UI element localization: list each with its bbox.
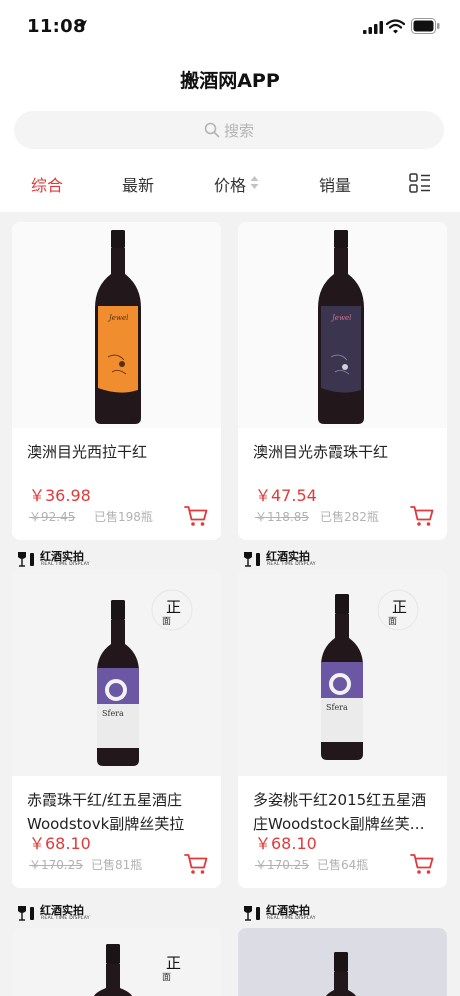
- badge-subtitle: REAL TIME DISPLAY: [41, 562, 90, 567]
- product-name: 赤霞珠干红/红五星酒庄Woodstovk副牌丝芙拉赤…: [27, 791, 185, 833]
- add-to-cart-icon[interactable]: [410, 853, 434, 875]
- list-view-toggle-icon[interactable]: [409, 173, 431, 193]
- product-card[interactable]: Jewel 澳洲目光赤霞珠干红 ￥47.54 ￥118.85 已售282瓶: [238, 222, 447, 540]
- product-image: Sfera: [238, 570, 447, 776]
- original-price: ￥92.45: [29, 510, 76, 524]
- badge-subtitle: REAL TIME DISPLAY: [267, 562, 316, 567]
- authentic-mark-small: 面: [162, 617, 172, 627]
- sold-count: 已售282瓶: [320, 510, 379, 524]
- badge-subtitle: REAL TIME DISPLAY: [41, 916, 90, 921]
- wine-glass-logo-icon: [18, 552, 34, 567]
- wine-glass-logo-icon: [244, 906, 260, 921]
- battery-icon: [411, 18, 440, 34]
- wine-glass-logo-icon: [244, 552, 260, 567]
- product-price: ￥36.98: [29, 486, 91, 505]
- sort-bar: 综合 最新 价格 销量: [0, 162, 460, 206]
- search-input[interactable]: 搜索: [14, 111, 444, 149]
- wine-glass-logo-icon: [18, 906, 34, 921]
- real-photo-badge: 红酒实拍 REAL TIME DISPLAY: [240, 548, 340, 570]
- product-name: 澳洲目光西拉干红: [27, 443, 148, 461]
- tab-sales[interactable]: 销量: [319, 172, 351, 196]
- wifi-icon: [386, 19, 405, 34]
- tab-price[interactable]: 价格: [214, 172, 246, 196]
- original-price: ￥170.25: [29, 858, 83, 872]
- product-image: Jewel: [12, 222, 221, 428]
- original-price: ￥118.85: [255, 510, 309, 524]
- product-card[interactable]: Jewel 澳洲目光西拉干红 ￥36.98 ￥92.45 已售198瓶: [12, 222, 221, 540]
- product-price: ￥68.10: [255, 834, 317, 853]
- sold-count: 已售64瓶: [317, 858, 369, 872]
- real-photo-badge: 红酒实拍 REAL TIME DISPLAY: [14, 548, 114, 570]
- product-image: [238, 928, 447, 996]
- authentic-mark-small: 面: [162, 973, 172, 983]
- product-name: 澳洲目光赤霞珠干红: [253, 443, 389, 461]
- sold-count: 已售198瓶: [94, 510, 153, 524]
- add-to-cart-icon[interactable]: [184, 505, 208, 527]
- product-image: [12, 928, 221, 996]
- product-card[interactable]: [238, 928, 447, 996]
- product-card[interactable]: Sfera 正 面 赤霞珠干红/红五星酒庄Woodstovk副牌丝芙拉赤… ￥6…: [12, 570, 221, 888]
- location-arrow-icon: [77, 20, 87, 30]
- tab-newest[interactable]: 最新: [122, 172, 154, 196]
- product-price: ￥47.54: [255, 486, 317, 505]
- real-photo-badge: 红酒实拍 REAL TIME DISPLAY: [14, 902, 114, 924]
- sfera-label-text: Sfera: [326, 703, 348, 712]
- tab-comprehensive[interactable]: 综合: [31, 172, 63, 196]
- page-title: 搬酒网APP: [180, 70, 280, 92]
- product-price: ￥68.10: [29, 834, 91, 853]
- add-to-cart-icon[interactable]: [410, 505, 434, 527]
- product-image: Sfera: [12, 570, 221, 776]
- real-photo-badge: 红酒实拍 REAL TIME DISPLAY: [240, 902, 340, 924]
- authentic-mark-small: 面: [388, 617, 398, 627]
- product-card[interactable]: Sfera 正 面 多姿桃干红2015红五星酒庄Woodstock副牌丝芙… ￥…: [238, 570, 447, 888]
- authentic-mark: 正 面: [162, 952, 186, 983]
- sold-count: 已售81瓶: [91, 858, 143, 872]
- search-icon: [204, 122, 220, 138]
- product-image: Jewel: [238, 222, 447, 428]
- svg-text:Jewel: Jewel: [330, 314, 351, 322]
- original-price: ￥170.25: [255, 858, 309, 872]
- status-bar: 11:08: [0, 0, 460, 56]
- authentic-mark: 正 面: [388, 596, 412, 627]
- badge-subtitle: REAL TIME DISPLAY: [267, 916, 316, 921]
- authentic-mark: 正 面: [162, 596, 186, 627]
- product-name: 多姿桃干红2015红五星酒庄Woodstock副牌丝芙…: [253, 791, 427, 833]
- sort-arrows-icon[interactable]: [250, 175, 259, 190]
- add-to-cart-icon[interactable]: [184, 853, 208, 875]
- cellular-signal-icon: [363, 21, 383, 34]
- product-card[interactable]: 正 面: [12, 928, 221, 996]
- svg-text:Jewel: Jewel: [107, 314, 128, 322]
- search-placeholder: 搜索: [223, 121, 254, 140]
- sfera-label-text: Sfera: [102, 709, 124, 718]
